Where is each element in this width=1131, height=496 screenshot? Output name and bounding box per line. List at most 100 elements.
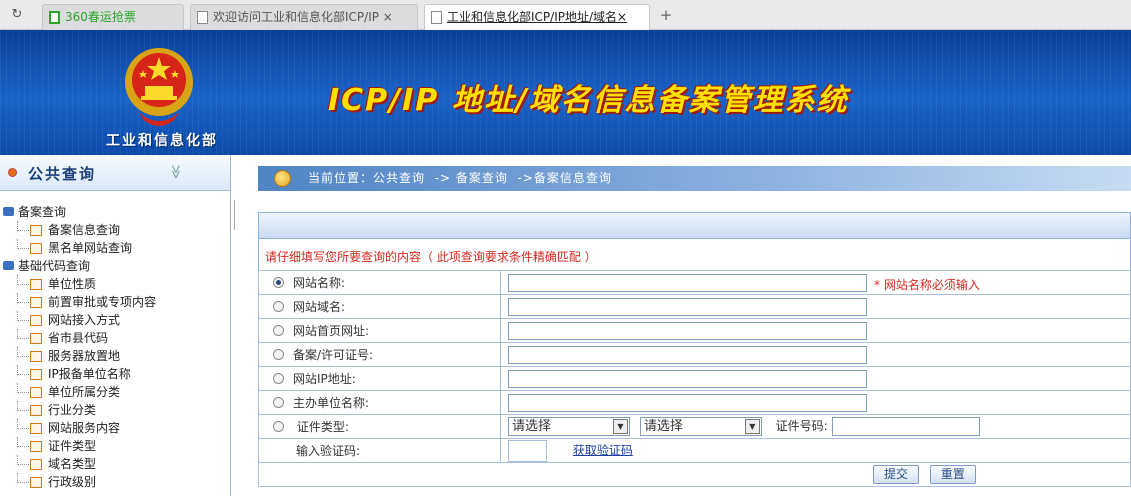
field-label: 备案/许可证号: bbox=[293, 348, 374, 362]
form-row: 主办单位名称: bbox=[258, 390, 1131, 415]
form-row: 网站名称: * 网站名称必须输入 bbox=[258, 270, 1131, 295]
sidebar-item-label: 服务器放置地 bbox=[48, 349, 121, 363]
sidebar-item[interactable]: 备案信息查询 bbox=[0, 221, 230, 239]
field-label: 网站首页网址: bbox=[293, 324, 370, 338]
submit-button[interactable]: 提交 bbox=[873, 465, 919, 484]
sidebar-item[interactable]: 前置审批或专项内容 bbox=[0, 293, 230, 311]
collapse-icon[interactable]: ≫ bbox=[167, 165, 183, 180]
get-captcha-link[interactable]: 获取验证码 bbox=[573, 443, 633, 457]
form-instruction: 请仔细填写您所要查询的内容（ 此项查询要求条件精确匹配 ） bbox=[258, 238, 1131, 270]
document-icon bbox=[30, 423, 42, 434]
captcha-label: 输入验证码: bbox=[296, 444, 361, 458]
sidebar-item[interactable]: 省市县代码 bbox=[0, 329, 230, 347]
field-radio[interactable] bbox=[273, 277, 284, 288]
field-input[interactable] bbox=[508, 321, 867, 340]
cert-subtype-select[interactable]: 请选择 ▼ bbox=[639, 417, 762, 436]
tree-connector bbox=[17, 239, 29, 249]
field-label: 主办单位名称: bbox=[293, 396, 370, 410]
field-input[interactable] bbox=[508, 345, 867, 364]
sidebar-item-label: 前置审批或专项内容 bbox=[48, 295, 157, 309]
sidebar-item[interactable]: IP报备单位名称 bbox=[0, 365, 230, 383]
cert-number-label: 证件号码: bbox=[775, 419, 828, 433]
document-icon bbox=[30, 279, 42, 290]
required-note: * 网站名称必须输入 bbox=[874, 278, 980, 292]
tab-label: 欢迎访问工业和信息化部ICP/IP × bbox=[213, 10, 393, 24]
refresh-icon[interactable]: ↻ bbox=[2, 5, 32, 25]
field-label: 网站IP地址: bbox=[293, 372, 356, 386]
sidebar-item-label: 单位所属分类 bbox=[48, 385, 121, 399]
tab-miit-icp-query[interactable]: 工业和信息化部ICP/IP地址/域名× bbox=[424, 4, 650, 31]
sidebar-item[interactable]: 单位性质 bbox=[0, 275, 230, 293]
sidebar-item[interactable]: 行政级别 bbox=[0, 473, 230, 491]
tree-connector bbox=[17, 329, 29, 339]
tree-connector bbox=[17, 275, 29, 285]
captcha-row: 输入验证码: 获取验证码 bbox=[258, 438, 1131, 463]
dropdown-arrow-icon: ▼ bbox=[613, 419, 628, 434]
tree-connector bbox=[17, 311, 29, 321]
field-input[interactable] bbox=[508, 369, 867, 388]
page-icon bbox=[49, 11, 60, 24]
sidebar-tree: 备案查询备案信息查询 黑名单网站查询基础代码查询单位性质前置审批或专项内容 网站接入… bbox=[0, 203, 230, 491]
document-icon bbox=[30, 351, 42, 362]
browser-tab-bar: ↻ 360春运抢票 欢迎访问工业和信息化部ICP/IP × 工业和信息化部ICP… bbox=[0, 0, 1131, 31]
sidebar-item[interactable]: 网站接入方式 bbox=[0, 311, 230, 329]
sidebar-item-label: 网站服务内容 bbox=[48, 421, 121, 435]
sidebar-item[interactable]: 服务器放置地 bbox=[0, 347, 230, 365]
sidebar-item[interactable]: 域名类型 bbox=[0, 455, 230, 473]
tab-360-train-tickets[interactable]: 360春运抢票 bbox=[42, 4, 184, 30]
sidebar-group[interactable]: 基础代码查询 bbox=[0, 257, 230, 275]
field-radio[interactable] bbox=[273, 349, 284, 360]
form-row: 备案/许可证号: bbox=[258, 342, 1131, 367]
button-row: 提交 重置 bbox=[258, 462, 1131, 487]
sidebar-header: 公共查询 ≫ bbox=[0, 155, 230, 191]
tab-miit-welcome[interactable]: 欢迎访问工业和信息化部ICP/IP × bbox=[190, 4, 418, 30]
query-form: 网站名称: * 网站名称必须输入网站域名: 网站首页网址: 备案/许可证号: 网站IP地… bbox=[258, 270, 1131, 487]
header-banner: 工业和信息化部 ICP/IP 地址/域名信息备案管理系统 bbox=[0, 30, 1131, 155]
tree-connector bbox=[17, 455, 29, 465]
form-row: 网站首页网址: bbox=[258, 318, 1131, 343]
field-radio[interactable] bbox=[273, 397, 284, 408]
new-tab-button[interactable]: + bbox=[655, 5, 677, 25]
reset-button[interactable]: 重置 bbox=[929, 465, 976, 484]
sidebar-item[interactable]: 单位所属分类 bbox=[0, 383, 230, 401]
field-input[interactable] bbox=[508, 273, 867, 292]
cert-number-input[interactable] bbox=[831, 417, 980, 436]
cert-type-label: 证件类型: bbox=[296, 420, 349, 434]
field-input[interactable] bbox=[508, 393, 867, 412]
field-radio[interactable] bbox=[273, 325, 284, 336]
field-label: 网站域名: bbox=[293, 300, 346, 314]
field-radio[interactable] bbox=[273, 301, 284, 312]
form-row: 网站域名: bbox=[258, 294, 1131, 319]
sidebar-item[interactable]: 行业分类 bbox=[0, 401, 230, 419]
tree-connector bbox=[17, 293, 29, 303]
field-radio[interactable] bbox=[273, 373, 284, 384]
location-icon bbox=[274, 170, 291, 187]
sidebar-item-label: 证件类型 bbox=[48, 439, 97, 453]
captcha-input[interactable] bbox=[508, 439, 547, 462]
sidebar-item[interactable]: 网站服务内容 bbox=[0, 419, 230, 437]
cert-type-select-value: 请选择 bbox=[512, 419, 552, 434]
form-row: 网站IP地址: bbox=[258, 366, 1131, 391]
sidebar-item-label: 省市县代码 bbox=[48, 331, 109, 345]
document-icon bbox=[30, 405, 42, 416]
cert-type-radio[interactable] bbox=[273, 421, 284, 432]
sidebar-item-label: 基础代码查询 bbox=[18, 259, 91, 273]
tree-connector bbox=[17, 347, 29, 357]
sidebar-item-label: 备案信息查询 bbox=[48, 223, 121, 237]
sidebar-item[interactable]: 黑名单网站查询 bbox=[0, 239, 230, 257]
sidebar-item-label: 域名类型 bbox=[48, 457, 97, 471]
page-icon bbox=[431, 11, 442, 24]
tree-connector bbox=[17, 365, 29, 375]
panel-header bbox=[258, 212, 1131, 238]
sidebar-item-label: 黑名单网站查询 bbox=[48, 241, 133, 255]
cert-type-select[interactable]: 请选择 ▼ bbox=[508, 417, 630, 436]
sidebar-item-label: 网站接入方式 bbox=[48, 313, 121, 327]
field-input[interactable] bbox=[508, 297, 867, 316]
sidebar-item-label: IP报备单位名称 bbox=[48, 367, 131, 381]
tree-connector bbox=[17, 221, 29, 231]
sidebar-item[interactable]: 证件类型 bbox=[0, 437, 230, 455]
sidebar-splitter[interactable] bbox=[230, 200, 235, 230]
sidebar-group[interactable]: 备案查询 bbox=[0, 203, 230, 221]
breadcrumb: 当前位置：公共查询 -> 备案查询 ->备案信息查询 bbox=[258, 166, 1131, 191]
bullet-icon bbox=[8, 168, 17, 177]
